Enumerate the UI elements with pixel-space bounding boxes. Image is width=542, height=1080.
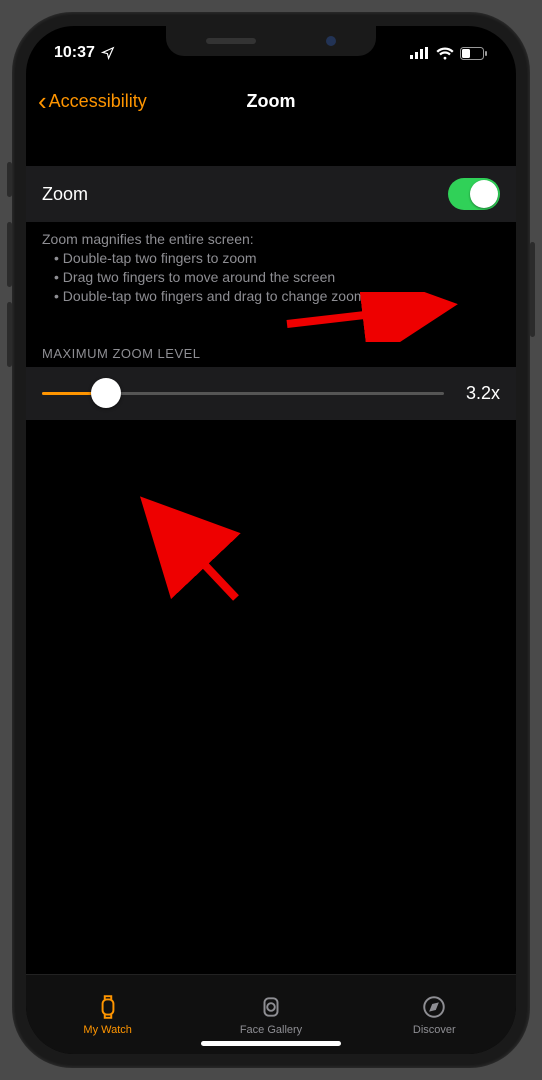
back-button[interactable]: ‹ Accessibility	[38, 88, 147, 114]
compass-icon	[421, 994, 447, 1020]
tab-label: Discover	[413, 1024, 456, 1036]
location-icon	[101, 46, 115, 60]
face-gallery-icon	[258, 994, 284, 1020]
tab-my-watch[interactable]: My Watch	[26, 975, 189, 1054]
front-camera	[326, 36, 336, 46]
zoom-row[interactable]: Zoom	[26, 166, 516, 222]
desc-item: Double-tap two fingers to zoom	[54, 249, 500, 268]
zoom-toggle[interactable]	[448, 178, 500, 210]
tab-label: My Watch	[83, 1024, 132, 1036]
screen: 10:37 ‹ Accessibility Zoom Zoom	[26, 26, 516, 1054]
cellular-signal-icon	[410, 47, 430, 59]
desc-item: Drag two fingers to move around the scre…	[54, 268, 500, 287]
content-area: Zoom Zoom magnifies the entire screen: D…	[26, 126, 516, 974]
side-button	[7, 162, 12, 197]
tab-label: Face Gallery	[240, 1024, 302, 1036]
zoom-value: 3.2x	[458, 383, 500, 404]
speaker	[206, 38, 256, 44]
volume-down-button	[7, 302, 12, 367]
desc-heading: Zoom magnifies the entire screen:	[42, 230, 500, 249]
zoom-description: Zoom magnifies the entire screen: Double…	[26, 222, 516, 306]
wifi-icon	[436, 47, 454, 60]
notch	[166, 26, 376, 56]
zoom-slider[interactable]	[42, 392, 444, 395]
annotation-arrow-slider	[126, 488, 246, 608]
zoom-row-label: Zoom	[42, 184, 88, 205]
slider-thumb[interactable]	[91, 378, 121, 408]
watch-icon	[95, 994, 121, 1020]
page-title: Zoom	[247, 91, 296, 112]
battery-icon	[460, 47, 488, 60]
desc-item: Double-tap two fingers and drag to chang…	[54, 287, 500, 306]
back-label: Accessibility	[49, 91, 147, 112]
nav-bar: ‹ Accessibility Zoom	[26, 76, 516, 126]
max-zoom-header: MAXIMUM ZOOM LEVEL	[26, 306, 516, 367]
status-time: 10:37	[54, 44, 95, 62]
home-indicator[interactable]	[201, 1041, 341, 1046]
zoom-slider-row: 3.2x	[26, 367, 516, 420]
chevron-left-icon: ‹	[38, 88, 47, 114]
phone-frame: 10:37 ‹ Accessibility Zoom Zoom	[12, 12, 530, 1068]
tab-discover[interactable]: Discover	[353, 975, 516, 1054]
power-button	[530, 242, 535, 337]
volume-up-button	[7, 222, 12, 287]
